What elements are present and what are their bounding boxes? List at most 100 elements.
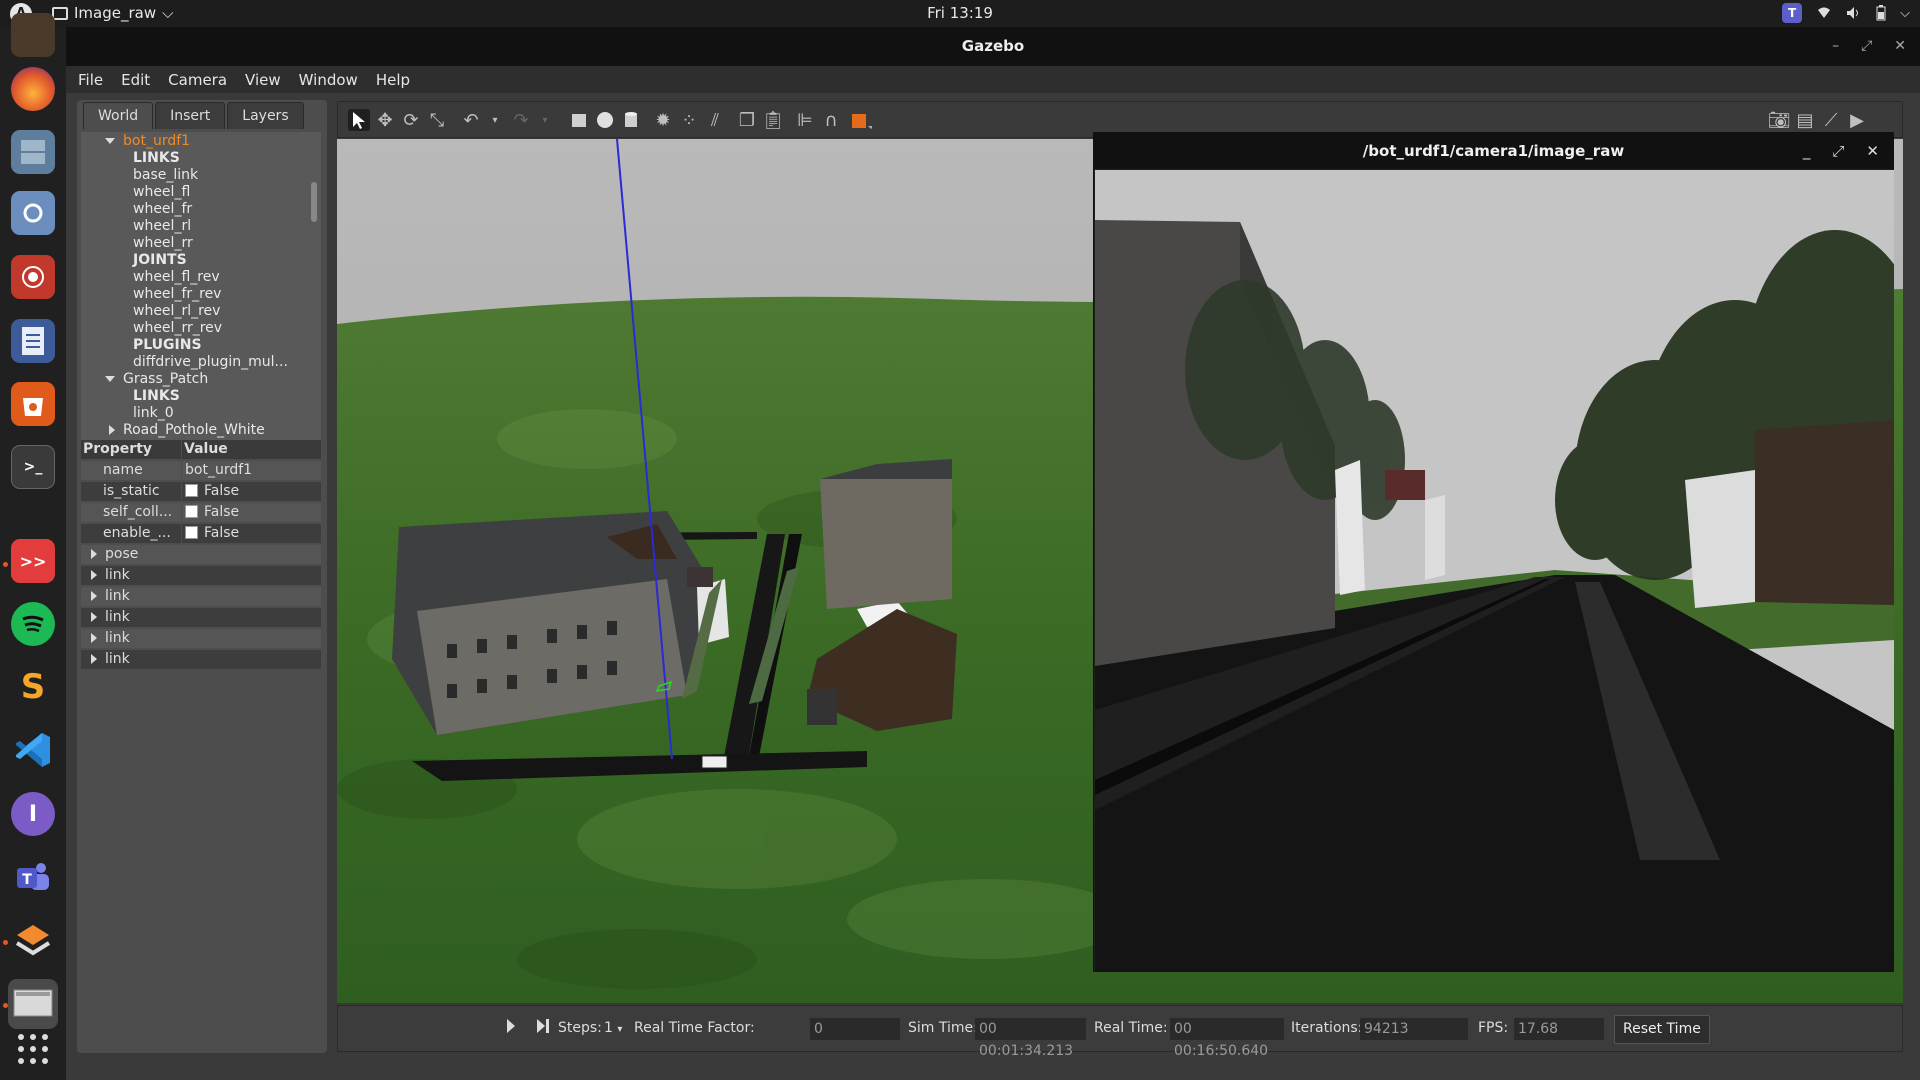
- plot-icon[interactable]: ⟋: [1820, 109, 1842, 131]
- property-row-enable-wind[interactable]: enable_... False: [81, 524, 321, 543]
- spotify-icon[interactable]: [11, 602, 55, 646]
- translate-mode-icon[interactable]: ✥: [374, 109, 396, 131]
- directional-light-icon[interactable]: ⫽: [704, 109, 726, 131]
- select-mode-icon[interactable]: [348, 109, 370, 131]
- tab-insert[interactable]: Insert: [155, 102, 226, 129]
- tree-item-joint[interactable]: wheel_rr_rev: [133, 320, 222, 337]
- tree-item-link[interactable]: wheel_rr: [133, 235, 193, 252]
- tree-item-bot-urdf1[interactable]: bot_urdf1: [105, 133, 190, 150]
- teams-tray-icon[interactable]: T: [1782, 3, 1803, 23]
- property-group-link[interactable]: link: [81, 566, 321, 585]
- tree-item-grass-patch[interactable]: Grass_Patch: [105, 371, 208, 388]
- sublime-merge-icon[interactable]: [11, 918, 55, 962]
- sublime-text-icon[interactable]: S: [11, 665, 55, 709]
- tree-item-link[interactable]: wheel_fr: [133, 201, 192, 218]
- redo-history-chevron-icon[interactable]: ▾: [534, 109, 556, 131]
- box-shape-icon[interactable]: [568, 109, 590, 131]
- property-group-link[interactable]: link: [81, 629, 321, 648]
- sphere-shape-icon[interactable]: [594, 109, 616, 131]
- tree-scrollbar[interactable]: [311, 182, 317, 222]
- close-button[interactable]: ✕: [1866, 133, 1879, 169]
- point-light-icon[interactable]: ✹: [652, 109, 674, 131]
- tree-item-joint[interactable]: wheel_fl_rev: [133, 269, 220, 286]
- file-cabinet-icon[interactable]: [11, 130, 55, 174]
- play-icon[interactable]: [506, 1018, 516, 1038]
- network-icon[interactable]: [1816, 6, 1832, 20]
- rotate-mode-icon[interactable]: ⟳: [400, 109, 422, 131]
- change-view-icon[interactable]: [850, 109, 872, 131]
- software-center-icon[interactable]: [11, 382, 55, 426]
- app-menu[interactable]: Image_raw ⌵: [52, 4, 173, 22]
- expand-arrow-icon[interactable]: [91, 570, 97, 580]
- gazebo-window-icon[interactable]: [8, 979, 58, 1029]
- intellij-icon[interactable]: I: [11, 792, 55, 836]
- screenshot-icon[interactable]: 📷︎: [1768, 109, 1791, 131]
- system-menu-chevron-icon[interactable]: ⌵: [1900, 6, 1910, 21]
- property-group-link[interactable]: link: [81, 650, 321, 669]
- menu-camera[interactable]: Camera: [168, 71, 227, 89]
- align-icon[interactable]: ⊫: [794, 109, 816, 131]
- chevron-down-icon[interactable]: ▾: [617, 1024, 622, 1035]
- tree-item-road-pothole-white[interactable]: Road_Pothole_White: [109, 422, 265, 439]
- undo-history-chevron-icon[interactable]: ▾: [484, 109, 506, 131]
- tree-item-link[interactable]: wheel_fl: [133, 184, 190, 201]
- property-group-pose[interactable]: pose: [81, 545, 321, 564]
- tree-item-link[interactable]: wheel_rl: [133, 218, 191, 235]
- battery-icon[interactable]: [1876, 5, 1886, 21]
- redo-icon[interactable]: ↷: [510, 109, 532, 131]
- tree-item-link[interactable]: link_0: [133, 405, 174, 422]
- tree-item-joint[interactable]: wheel_rl_rev: [133, 303, 220, 320]
- camera-app-icon[interactable]: [11, 191, 55, 235]
- menu-window[interactable]: Window: [299, 71, 358, 89]
- property-row-self-collide[interactable]: self_coll... False: [81, 503, 321, 522]
- tree-item-plugin[interactable]: diffdrive_plugin_mul...: [133, 354, 288, 371]
- paste-icon[interactable]: 📋︎: [762, 109, 785, 131]
- property-row-name[interactable]: name bot_urdf1: [81, 461, 321, 480]
- expand-arrow-icon[interactable]: [91, 654, 97, 664]
- reset-time-button[interactable]: Reset Time: [1614, 1015, 1710, 1044]
- checkbox[interactable]: [185, 505, 198, 518]
- camera-image-window[interactable]: /bot_urdf1/camera1/image_raw _ ⤢ ✕: [1093, 132, 1894, 972]
- spot-light-icon[interactable]: ⁘: [678, 109, 700, 131]
- expand-arrow-icon[interactable]: [105, 376, 115, 382]
- tree-header-links[interactable]: LINKS: [133, 388, 180, 405]
- collapse-arrow-icon[interactable]: [109, 425, 115, 435]
- tree-header-plugins[interactable]: PLUGINS: [133, 337, 202, 354]
- step-icon[interactable]: [536, 1018, 550, 1038]
- expand-arrow-icon[interactable]: [91, 612, 97, 622]
- tab-world[interactable]: World: [83, 102, 154, 129]
- expand-arrow-icon[interactable]: [105, 138, 115, 144]
- menu-help[interactable]: Help: [376, 71, 410, 89]
- menu-view[interactable]: View: [245, 71, 281, 89]
- system-tray[interactable]: T ⌵: [1782, 3, 1910, 23]
- expand-arrow-icon[interactable]: [91, 549, 97, 559]
- menu-edit[interactable]: Edit: [121, 71, 150, 89]
- log-data-icon[interactable]: ▤: [1794, 109, 1816, 131]
- property-row-is-static[interactable]: is_static False: [81, 482, 321, 501]
- text-editor-icon[interactable]: [11, 319, 55, 363]
- tab-layers[interactable]: Layers: [227, 102, 304, 129]
- minimize-button[interactable]: _: [1803, 133, 1811, 169]
- screen-recorder-icon[interactable]: [11, 255, 55, 299]
- close-button[interactable]: ✕: [1894, 27, 1906, 66]
- window-titlebar[interactable]: Gazebo – ⤢ ✕: [66, 27, 1920, 66]
- maximize-button[interactable]: ⤢: [1861, 27, 1872, 66]
- snap-icon[interactable]: ∩: [820, 109, 842, 131]
- teams-icon[interactable]: T: [11, 855, 55, 899]
- vscode-icon[interactable]: [11, 728, 55, 772]
- scale-mode-icon[interactable]: ⤡: [426, 109, 448, 131]
- tree-header-joints[interactable]: JOINTS: [133, 252, 187, 269]
- firefox-icon[interactable]: [11, 67, 55, 111]
- expand-arrow-icon[interactable]: [91, 591, 97, 601]
- dock-app-partial-icon[interactable]: [11, 13, 55, 57]
- remote-desktop-icon[interactable]: >>: [11, 539, 55, 583]
- maximize-button[interactable]: ⤢: [1832, 133, 1844, 169]
- copy-icon[interactable]: ❐: [736, 109, 758, 131]
- property-group-link[interactable]: link: [81, 587, 321, 606]
- menu-file[interactable]: File: [78, 71, 103, 89]
- volume-icon[interactable]: [1846, 6, 1862, 20]
- world-tree[interactable]: bot_urdf1 LINKS base_link wheel_fl wheel…: [81, 132, 321, 442]
- show-apps-grid-icon[interactable]: [11, 1027, 55, 1071]
- expand-arrow-icon[interactable]: [91, 633, 97, 643]
- checkbox[interactable]: [185, 484, 198, 497]
